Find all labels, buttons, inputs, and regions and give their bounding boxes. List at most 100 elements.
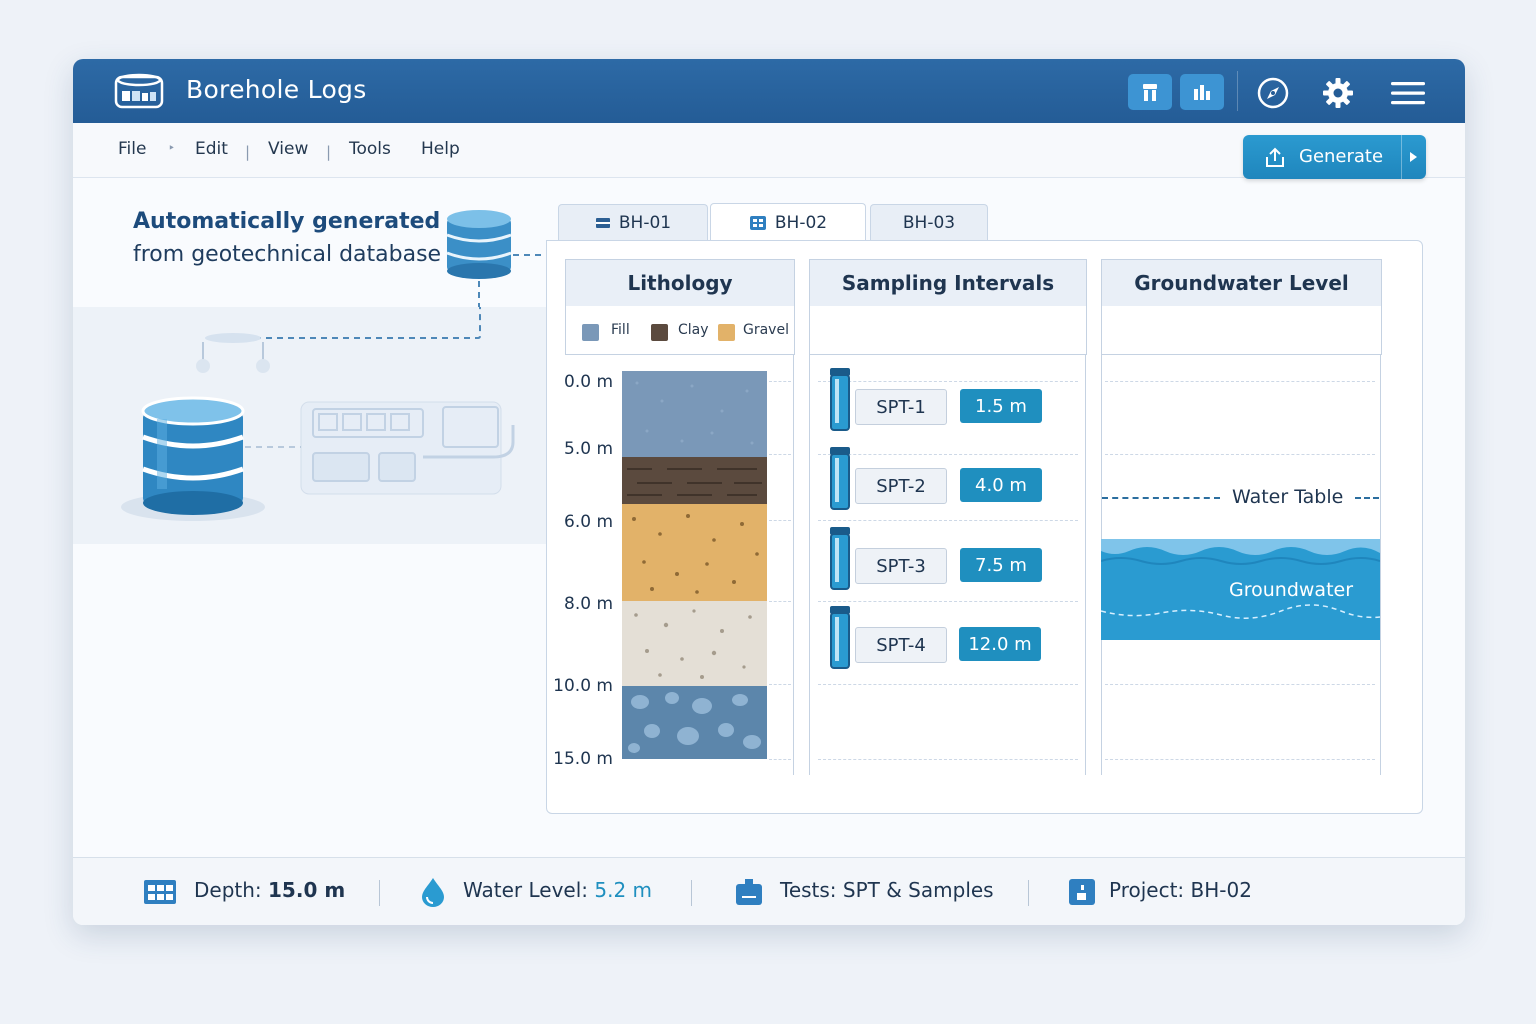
status-depth-label: Depth: [194,878,262,902]
tagline-line-2: from geotechnical database [133,242,442,267]
log-icon [595,218,610,228]
status-project: Project: BH-02 [1109,878,1252,902]
sample-label[interactable]: SPT-2 [855,468,947,504]
groundwater-gridline [1105,454,1375,455]
grid-icon [749,216,766,230]
legend-swatch-fill [582,324,599,341]
tab-bh-02[interactable]: BH-02 [710,203,866,242]
column-divider [1085,355,1086,775]
depth-label: 15.0 m [553,749,613,769]
sample-depth-badge[interactable]: 4.0 m [960,468,1042,502]
status-water-value: 5.2 m [594,878,653,902]
water-table-line [1355,497,1379,499]
groundwater-label: Groundwater [1229,579,1354,601]
column-divider [1380,355,1381,775]
status-depth: Depth: 15.0 m [194,878,345,902]
table-grid-icon [144,880,176,904]
status-water-level: Water Level: 5.2 m [463,878,652,902]
generate-button[interactable]: Generate [1243,135,1426,179]
gravel-texture [632,514,759,594]
sampling-gridline [818,520,1078,521]
fill-texture [635,381,754,445]
lithology-layer-clay [622,457,767,504]
menu-separator: | [326,143,332,161]
status-tests: Tests: SPT & Samples [780,878,994,902]
settings-button[interactable] [1318,73,1358,113]
caret-right-icon[interactable] [1407,151,1419,163]
compass-icon [1257,77,1289,109]
sample-tube-icon [828,527,852,591]
log-view-button[interactable] [1128,74,1172,110]
status-divider [691,880,692,906]
column-icon [1143,84,1157,101]
water-table-line [1102,497,1220,499]
app-window: Borehole Logs File ‣ Edit | View | Tools… [73,59,1465,925]
lithology-layer-cobbles [622,686,767,759]
tab-bh-03[interactable]: BH-03 [870,204,988,241]
depth-label: 0.0 m [564,372,613,392]
menu-view[interactable]: View [268,139,308,159]
depth-label: 10.0 m [553,676,613,696]
sample-tube-icon [828,368,852,432]
lithology-layer-fill [622,371,767,457]
sampling-column-header: Sampling Intervals [809,259,1087,307]
menu-tools[interactable]: Tools [349,139,391,159]
legend-label-clay: Clay [678,322,709,338]
cobbles-texture [628,692,761,753]
groundwater-gridline [1105,759,1375,760]
sand-texture [634,609,752,679]
tab-bh-01[interactable]: BH-01 [558,204,708,241]
status-depth-value: 15.0 m [268,878,346,902]
legend-label-gravel: Gravel [743,322,789,338]
tab-label: BH-03 [902,213,956,233]
sample-depth-badge[interactable]: 1.5 m [960,389,1042,423]
status-divider [1028,880,1029,906]
depth-gridline [769,454,791,455]
main-menu-button[interactable] [1388,73,1428,113]
app-title: Borehole Logs [186,75,367,104]
sampling-gridline [818,601,1078,602]
export-icon [1266,147,1284,167]
title-bar: Borehole Logs [73,59,1465,123]
test-kit-icon [736,879,762,905]
sampling-subheader [809,306,1087,355]
column-divider [793,355,794,775]
status-bar: Depth: 15.0 m Water Level: 5.2 m Tests: … [73,857,1465,925]
tagline-line-1: Automatically generated [133,209,441,234]
generate-label: Generate [1299,146,1384,167]
split-divider [1401,135,1402,179]
sampling-gridline [818,684,1078,685]
sample-depth-badge[interactable]: 7.5 m [960,548,1042,582]
sampling-gridline [818,381,1078,382]
menu-help[interactable]: Help [421,139,460,159]
sample-label[interactable]: SPT-1 [855,389,947,425]
tab-label: BH-01 [618,213,672,233]
legend-swatch-clay [651,324,668,341]
depth-gridline [769,381,791,382]
depth-gridline [769,520,791,521]
water-table-label: Water Table [1232,486,1344,508]
gear-icon [1323,78,1353,108]
database-server-icon [121,289,515,521]
menu-file[interactable]: File [118,139,146,159]
sample-tube-icon [828,606,852,670]
sampling-gridline [818,454,1078,455]
sample-label[interactable]: SPT-3 [855,548,947,584]
sample-depth-badge[interactable]: 12.0 m [959,627,1041,661]
menu-separator: ‣ [168,141,176,155]
water-drop-icon [422,878,444,907]
groundwater-subheader [1101,306,1382,355]
database-illustration [73,289,546,544]
depth-gridline [769,684,791,685]
depth-label: 6.0 m [564,512,613,532]
lithology-layer-gravel [622,504,767,601]
chart-view-button[interactable] [1180,74,1224,110]
menu-edit[interactable]: Edit [195,139,228,159]
groundwater-gridline [1105,381,1375,382]
lithology-layer-sand [622,601,767,686]
depth-label: 5.0 m [564,439,613,459]
bar-chart-icon [1194,85,1210,100]
menu-separator: | [245,143,251,161]
sample-label[interactable]: SPT-4 [855,627,947,663]
compass-button[interactable] [1253,73,1293,113]
